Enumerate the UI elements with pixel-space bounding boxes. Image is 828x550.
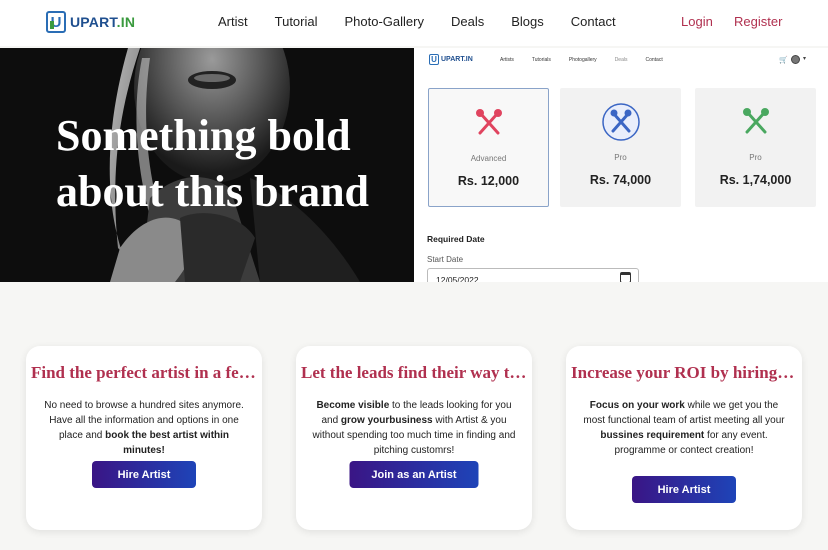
hire-artist-button[interactable]: Hire Artist (632, 476, 736, 503)
card-body-highlight: Become visible (316, 400, 390, 411)
start-date-label: Start Date (427, 255, 464, 264)
hero-heading: Something bold about this brand (56, 108, 406, 220)
cart-icon: 🛒 (779, 57, 788, 64)
feature-card-find-artist: Find the perfect artist in a few minutes… (26, 346, 262, 530)
logo-tld: .IN (116, 14, 136, 30)
logo-text: UPART.IN (70, 14, 135, 30)
preview-link-contact: Contact (645, 57, 663, 63)
brand-logo[interactable]: U UPART.IN (46, 11, 135, 33)
hire-artist-button[interactable]: Hire Artist (92, 461, 196, 488)
logo-mark-accent (50, 21, 54, 29)
plan-card-pro-plus: Pro Rs. 1,74,000 (695, 88, 816, 207)
preview-logo-mark: U (429, 54, 439, 65)
plan-price: Rs. 12,000 (457, 174, 520, 188)
plan-card-advanced: Advanced Rs. 12,000 (428, 88, 549, 207)
crossed-tools-icon (742, 108, 769, 134)
preview-menu: Artists Tutorials Photogallery Deals Con… (500, 57, 681, 63)
start-date-field: 12/05/2022 (427, 268, 639, 282)
card-title: Let the leads find their way to you (301, 363, 527, 382)
required-date-heading: Required Date (427, 234, 485, 244)
preview-link-artists: Artists (500, 57, 514, 63)
nav-link-contact[interactable]: Contact (571, 14, 616, 29)
card-body-highlight: book the best artist within minutes! (105, 430, 230, 456)
preview-link-deals: Deals (614, 57, 628, 63)
preview-link-tutorials: Tutorials (531, 57, 551, 63)
join-as-artist-button[interactable]: Join as an Artist (349, 461, 479, 488)
plan-card-pro: Pro Rs. 74,000 (560, 88, 681, 207)
plan-price: Rs. 1,74,000 (719, 173, 792, 187)
preview-link-photogallery: Photogallery (568, 57, 597, 63)
crossed-tools-icon (475, 109, 502, 135)
main-menu: Artist Tutorial Photo-Gallery Deals Blog… (218, 14, 643, 29)
card-body: Focus on your work while we get you the … (580, 398, 788, 458)
nav-link-blogs[interactable]: Blogs (511, 14, 544, 29)
card-body-highlight: Focus on your work (589, 400, 685, 411)
hero-heading-line2: about this brand (56, 167, 370, 216)
card-body-highlight: grow yourbusiness (340, 415, 433, 426)
top-navigation: U UPART.IN Artist Tutorial Photo-Gallery… (0, 0, 828, 46)
card-body: No need to browse a hundred sites anymor… (40, 398, 248, 458)
hero-image: Something bold about this brand (0, 48, 414, 282)
preview-logo: U UPART.IN (429, 54, 473, 65)
hero-app-preview: U UPART.IN Artists Tutorials Photogaller… (414, 48, 828, 282)
calendar-icon (620, 272, 631, 282)
nav-link-photo-gallery[interactable]: Photo-Gallery (345, 14, 424, 29)
plan-name: Pro (614, 153, 627, 162)
nav-link-artist[interactable]: Artist (218, 14, 248, 29)
avatar (791, 55, 800, 64)
card-body-highlight: bussines requirement (600, 430, 705, 441)
register-link[interactable]: Register (734, 14, 782, 29)
logo-name: UPART (70, 14, 117, 30)
plan-name: Pro (749, 153, 762, 162)
nav-link-tutorial[interactable]: Tutorial (275, 14, 318, 29)
hero-heading-line1: Something bold (56, 111, 351, 160)
card-title: Find the perfect artist in a few minutes (31, 363, 257, 382)
card-title: Increase your ROI by hiring artists (571, 363, 797, 382)
login-link[interactable]: Login (681, 14, 713, 29)
feature-card-roi: Increase your ROI by hiring artists Focu… (566, 346, 802, 530)
crossed-tools-icon (601, 103, 640, 141)
feature-card-leads: Let the leads find their way to you Beco… (296, 346, 532, 530)
nav-link-deals[interactable]: Deals (451, 14, 484, 29)
preview-logo-text: UPART.IN (441, 56, 473, 63)
card-body: Become visible to the leads looking for … (310, 398, 518, 458)
plan-name: Advanced (470, 154, 507, 163)
logo-mark: U (46, 11, 66, 33)
plan-price: Rs. 74,000 (589, 173, 652, 187)
chevron-down-icon: ▾ (803, 56, 807, 62)
